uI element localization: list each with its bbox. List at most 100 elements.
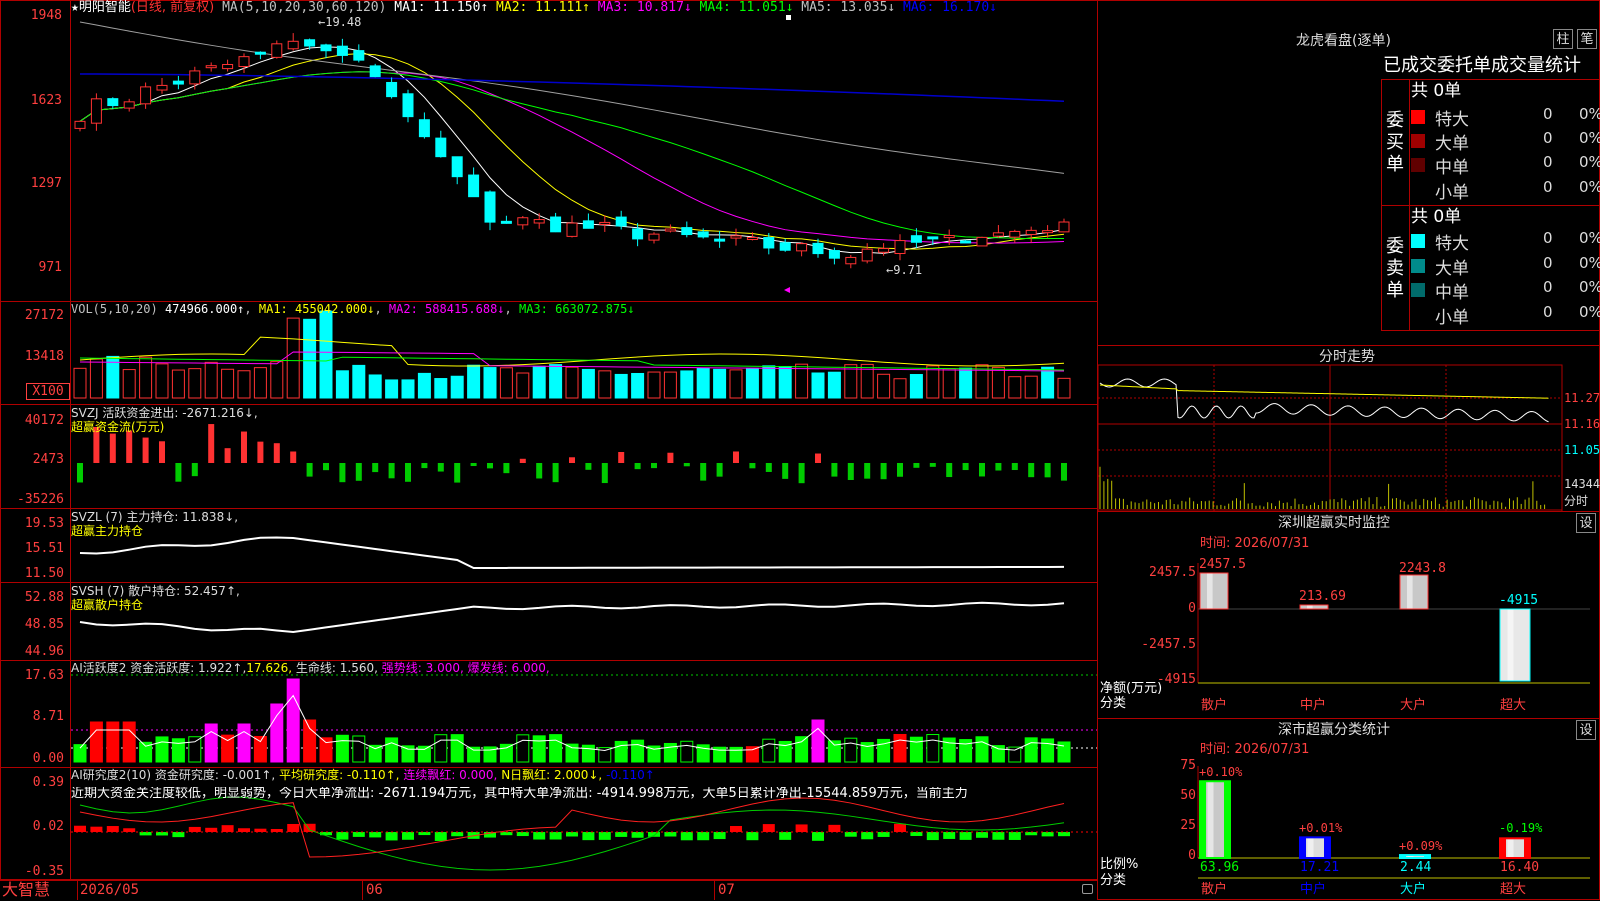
ma2-label: MA2: 11.111↑	[496, 0, 590, 15]
flow-bar	[405, 463, 411, 482]
research-bar	[516, 832, 529, 837]
monitor-settings-button[interactable]: 设	[1576, 513, 1596, 533]
buy-row-mid: 中单 0 0%	[1411, 153, 1600, 178]
stats-cat-4: 超大	[1500, 882, 1527, 897]
candle-body	[648, 233, 660, 241]
monitor-val-2: 213.69	[1299, 589, 1346, 604]
candle-body	[927, 236, 939, 240]
activity-bar	[368, 744, 382, 763]
volume-bar	[1024, 375, 1038, 399]
research-bar	[434, 832, 447, 841]
intraday-panel[interactable]	[1097, 345, 1600, 512]
candle-body	[320, 44, 332, 52]
candle-body	[336, 45, 348, 56]
volume-bar	[795, 363, 809, 399]
flow-bar	[142, 437, 149, 463]
ai-research-axis-2: 0.02	[32, 819, 64, 834]
ai-research-header: AI研究度2(10) 资金研究度: -0.001↑, 平均研究度: -0.110…	[71, 768, 655, 782]
volume-bar	[450, 375, 464, 399]
flow-bar	[995, 463, 1002, 471]
svsh-header: SVSH (7) 散户持仓: 52.457↑, 超赢散户持仓	[71, 584, 240, 612]
chart-period[interactable]: (日线, 前复权)	[131, 0, 214, 15]
flow-bar	[388, 463, 395, 479]
ma6-label: MA6: 16.170↓	[903, 0, 997, 15]
stats-xlabel: 分类	[1100, 873, 1127, 888]
research-bar	[631, 832, 644, 838]
flow-bar	[77, 463, 83, 483]
bar-mode-button[interactable]: 柱	[1553, 29, 1573, 49]
activity-bar	[434, 734, 448, 763]
tab-orders[interactable]: 委托单	[1437, 55, 1491, 76]
flow-bar	[929, 463, 936, 467]
volume-bar	[434, 378, 448, 399]
favorite-star-icon[interactable]: ★	[71, 0, 79, 15]
tab-done[interactable]: 已成交	[1383, 55, 1437, 76]
stock-name: 明阳智能	[78, 0, 131, 15]
activity-bar	[516, 734, 530, 763]
activity-bar	[335, 734, 349, 763]
buy-small-count: 0	[1543, 178, 1553, 196]
sell-xl-count: 0	[1543, 229, 1553, 247]
flow-bar	[634, 463, 641, 470]
stats-change-2: +0.01%	[1299, 821, 1343, 835]
research-bar	[106, 826, 119, 832]
candle-body	[205, 65, 217, 69]
activity-bar	[467, 746, 481, 763]
research-bar	[795, 824, 808, 832]
flow-bar	[126, 430, 133, 463]
volume-bar	[1008, 376, 1022, 399]
buy-large-count: 0	[1543, 129, 1553, 147]
vol-ma2: MA2: 588415.688↓	[388, 302, 505, 316]
flow-bar	[798, 463, 805, 484]
research-bar	[1058, 832, 1070, 837]
tab-volume-stats[interactable]: 成交量统计	[1491, 55, 1581, 76]
sell-row-small: 小单 0 0%	[1411, 303, 1600, 328]
candle-body	[763, 237, 775, 249]
stats-value-4: 16.40	[1500, 860, 1540, 875]
svzj-axis-2: 2473	[32, 452, 64, 467]
candle-body	[992, 232, 1004, 237]
flow-bar	[979, 463, 985, 477]
flow-bar	[913, 463, 920, 468]
volume-bar	[139, 356, 153, 399]
flow-bar	[749, 463, 756, 469]
sell-large-label: 大单	[1435, 259, 1469, 279]
candle-body	[271, 43, 283, 58]
lock-icon[interactable]	[1082, 884, 1093, 894]
longhu-divider-mid	[1381, 205, 1600, 206]
candle-body	[238, 56, 250, 67]
volume-bar	[909, 374, 923, 399]
flow-bar	[437, 463, 444, 472]
candle-body	[910, 235, 922, 243]
svsh-subtitle: 超赢散户持仓	[71, 598, 144, 612]
candle-body	[353, 50, 365, 61]
flow-bar	[241, 431, 247, 463]
volume-bar	[778, 365, 792, 399]
intraday-title: 分时走势	[1319, 349, 1375, 365]
volume-bar	[1057, 377, 1071, 399]
tick-mode-button[interactable]: 笔	[1577, 29, 1597, 49]
stats-settings-button[interactable]: 设	[1576, 720, 1596, 740]
flow-bar	[355, 463, 362, 481]
monitor-val-1: 2457.5	[1199, 557, 1246, 572]
activity-bar	[893, 733, 907, 763]
research-bar	[598, 832, 611, 840]
flow-bar	[1061, 463, 1067, 481]
candle-body	[714, 238, 726, 242]
stats-change-4: -0.19%	[1499, 821, 1543, 835]
stats-value-2: 17.21	[1300, 860, 1340, 875]
buy-small-pct: 0%	[1579, 178, 1600, 196]
volume-bar	[483, 367, 497, 399]
date-tick-2	[362, 880, 363, 900]
svzl-title: SVZL (7) 主力持仓: 11.838↓,	[71, 510, 239, 524]
candle-body	[254, 51, 266, 55]
activity-bar	[319, 737, 333, 763]
candle-body	[74, 120, 86, 129]
flow-bar	[159, 441, 165, 463]
ai-research-axis-3: -0.35	[24, 864, 64, 879]
volume-bar	[647, 371, 661, 399]
candle-body	[386, 81, 398, 98]
buy-large-label: 大单	[1435, 134, 1469, 154]
candle-body	[156, 84, 168, 91]
price-axis-2: 1623	[30, 93, 62, 108]
